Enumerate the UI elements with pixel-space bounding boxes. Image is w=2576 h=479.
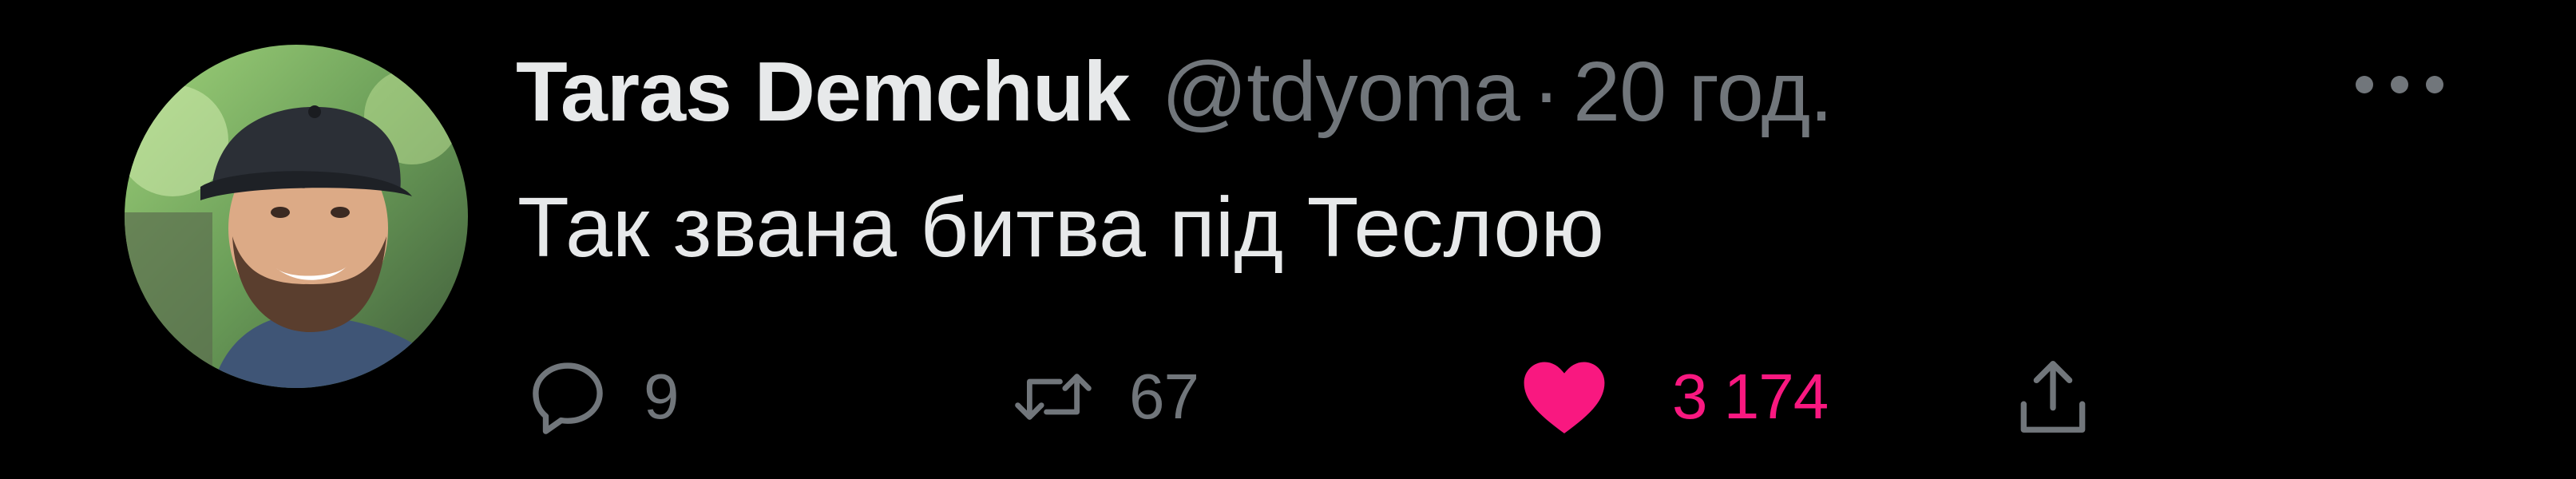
retweet-icon	[1009, 353, 1097, 441]
reply-button[interactable]: 9	[524, 353, 679, 441]
share-icon	[2009, 353, 2097, 441]
tweet-header: Taras Demchuk @tdyoma · 20 год.	[516, 32, 1833, 152]
tweet-text: Так звана битва під Теслою	[517, 180, 1604, 275]
heart-icon	[1520, 353, 1608, 441]
reply-count: 9	[644, 361, 679, 432]
separator-dot: ·	[1532, 45, 1561, 139]
author-name[interactable]: Taras Demchuk	[516, 49, 1131, 134]
retweet-button[interactable]: 67	[1009, 353, 1199, 441]
more-dot	[2356, 76, 2373, 93]
more-dot	[2391, 76, 2408, 93]
more-dot	[2426, 76, 2443, 93]
reply-icon	[524, 353, 612, 441]
share-button[interactable]	[2009, 353, 2097, 441]
tweet-actions: 9 67 3 174	[524, 353, 2440, 441]
more-dots-icon[interactable]	[2356, 69, 2443, 101]
tweet-card[interactable]: Taras Demchuk @tdyoma · 20 год. Так зван…	[0, 0, 2576, 479]
retweet-count: 67	[1129, 361, 1199, 432]
tweet-timestamp[interactable]: 20 год.	[1573, 49, 1833, 134]
like-button[interactable]: 3 174	[1520, 353, 1829, 441]
avatar[interactable]	[125, 45, 468, 388]
like-count: 3 174	[1672, 361, 1829, 432]
author-handle[interactable]: @tdyoma	[1162, 49, 1520, 134]
avatar-photo	[125, 45, 468, 388]
